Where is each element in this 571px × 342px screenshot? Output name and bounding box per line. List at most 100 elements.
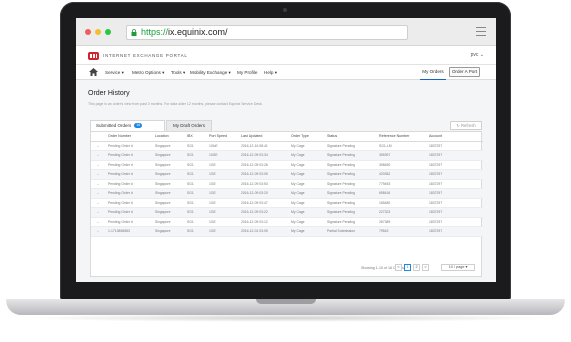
minimize-window-dot[interactable] [95, 29, 101, 35]
tab-draft-orders[interactable]: My Draft Orders [166, 120, 212, 131]
table-cell: 2016-12-09 03:53 [238, 179, 288, 189]
expand-row-icon[interactable]: + [91, 207, 105, 218]
table-cell: 1GE [206, 207, 238, 218]
user-menu[interactable]: pvc ⌄ [471, 52, 484, 58]
laptop-notch [256, 299, 316, 304]
table-cell: My Cage [288, 207, 324, 218]
table-cell: 1GbE [206, 141, 238, 151]
webcam [283, 8, 287, 12]
column-header[interactable]: Port Speed [206, 132, 238, 142]
nav-my-orders[interactable]: My Orders [420, 67, 446, 80]
table-row[interactable]: + Pending Order # Singapore SG1 1GbE 2016-12-… [91, 141, 483, 151]
expand-row-icon[interactable]: + [91, 169, 105, 180]
nav-service[interactable]: Service ▾ [105, 70, 124, 76]
nav-my-profile[interactable]: My Profile [237, 70, 257, 75]
expand-row-icon[interactable]: + [91, 179, 105, 189]
column-header[interactable]: Order Type [288, 132, 324, 142]
page-2-button[interactable]: 2 [413, 264, 420, 271]
table-cell: Pending Order # [105, 141, 152, 151]
table-cell: 2016-12-09 03:12 [238, 217, 288, 227]
table-cell: SG1 [184, 188, 206, 199]
expand-row-icon[interactable]: + [91, 141, 105, 151]
tab-submitted-orders[interactable]: Submitted Orders 16 [90, 120, 165, 131]
expand-row-icon[interactable]: + [91, 198, 105, 208]
expand-row-icon[interactable]: + [91, 188, 105, 199]
table-cell: SG1 [184, 198, 206, 208]
table-cell: 2016-12-09 03:05 [238, 169, 288, 180]
expand-row-icon[interactable]: + [91, 217, 105, 227]
table-row[interactable]: + Pending Order # Singapore SG1 1GE 2016-12-0… [91, 179, 483, 189]
user-name: pvc [470, 52, 479, 58]
equinix-logo [88, 52, 99, 60]
column-header[interactable]: Account [426, 132, 483, 142]
nav-metro-options[interactable]: Metro Options ▾ [132, 70, 164, 76]
table-row[interactable]: +1-1713856583 Singapore SG1 1GE 2016-12-01 0… [91, 226, 483, 237]
home-icon[interactable] [89, 68, 98, 76]
page-next-button[interactable]: > [422, 264, 429, 271]
page-size-select[interactable]: 10 / page ▾ [441, 264, 475, 271]
table-cell: SG1 [184, 150, 206, 161]
table-cell: My Cage [288, 198, 324, 208]
table-cell: 10GE [206, 150, 238, 161]
table-cell: Signature Pending [324, 141, 376, 151]
expand-row-icon[interactable]: + [91, 160, 105, 170]
table-cell: Signature Pending [324, 150, 376, 161]
laptop-screen: https://ix.equinix.com/ INTERNET EXCHANG… [76, 18, 496, 282]
table-cell: Singapore [152, 141, 184, 151]
page-1-button[interactable]: 1 [404, 264, 411, 271]
table-row[interactable]: + Pending Order # Singapore SG1 1GE 2016-12-0… [91, 207, 483, 218]
table-row[interactable]: + Pending Order # Singapore SG1 1GE 2016-12-0… [91, 160, 483, 170]
table-cell: 1837297 [426, 207, 483, 218]
table-cell: 79543 [376, 226, 426, 237]
table-cell: Pending Order # [105, 150, 152, 161]
table-cell: SG1 [184, 160, 206, 170]
table-row[interactable]: + Pending Order # Singapore SG1 1GE 2016-12-0… [91, 188, 483, 199]
submitted-count-badge: 16 [134, 123, 143, 128]
portal-header: INTERNET EXCHANGE PORTAL pvc ⌄ [76, 47, 496, 65]
table-cell: SG1 [184, 169, 206, 180]
column-header[interactable]: Location [152, 132, 184, 142]
expand-row-icon[interactable]: + [91, 226, 105, 237]
table-cell: 1837297 [426, 217, 483, 227]
table-cell: Singapore [152, 226, 184, 237]
table-cell: My Cage [288, 169, 324, 180]
expand-row-icon[interactable]: + [91, 150, 105, 161]
table-cell: 2016-12-09 03:26 [238, 160, 288, 170]
column-header[interactable]: Status [324, 132, 376, 142]
browser-menu-icon[interactable] [476, 27, 486, 36]
table-cell: 1837297 [426, 169, 483, 180]
table-cell: Singapore [152, 160, 184, 170]
table-cell: 1GE [206, 198, 238, 208]
browser-chrome: https://ix.equinix.com/ [76, 18, 496, 46]
close-window-dot[interactable] [85, 29, 91, 35]
table-cell: Signature Pending [324, 198, 376, 208]
nav-mobility-exchange[interactable]: Mobility Exchange ▾ [190, 70, 231, 76]
page-prev-button[interactable]: < [395, 264, 402, 271]
table-cell: 267389 [376, 217, 426, 227]
column-header[interactable]: IBX [184, 132, 206, 142]
column-header[interactable]: Reference Number [376, 132, 426, 142]
table-row[interactable]: + Pending Order # Singapore SG1 1GE 2016-12-0… [91, 198, 483, 208]
table-row[interactable]: + Pending Order # Singapore SG1 10GE 2016-12-… [91, 150, 483, 161]
table-row[interactable]: + Pending Order # Singapore SG1 1GE 2016-12-0… [91, 169, 483, 180]
table-cell: Singapore [152, 198, 184, 208]
order-port-button[interactable]: Order A Port [449, 67, 480, 77]
table-cell: 2016-12-09 03:47 [238, 198, 288, 208]
column-header[interactable]: Last Updated [238, 132, 288, 142]
page-subtitle: This page is an order's view from past 3… [88, 102, 263, 106]
table-cell: My Cage [288, 217, 324, 227]
table-cell: SG1 [184, 226, 206, 237]
table-cell: Singapore [152, 188, 184, 199]
table-cell: 2016-12-09 03:22 [238, 207, 288, 218]
table-cell: 1837297 [426, 188, 483, 199]
maximize-window-dot[interactable] [105, 29, 111, 35]
nav-help[interactable]: Help ▾ [264, 70, 277, 76]
nav-tools[interactable]: Tools ▾ [171, 70, 185, 76]
table-cell: Pending Order # [105, 179, 152, 189]
refresh-button[interactable]: ↻ Refresh [450, 121, 482, 130]
table-row[interactable]: + Pending Order # Singapore SG1 1GE 2016-12-0… [91, 217, 483, 227]
table-cell: My Cage [288, 160, 324, 170]
address-bar[interactable]: https://ix.equinix.com/ [126, 25, 408, 40]
column-header[interactable]: Order Number [105, 132, 152, 142]
table-cell: My Cage [288, 150, 324, 161]
